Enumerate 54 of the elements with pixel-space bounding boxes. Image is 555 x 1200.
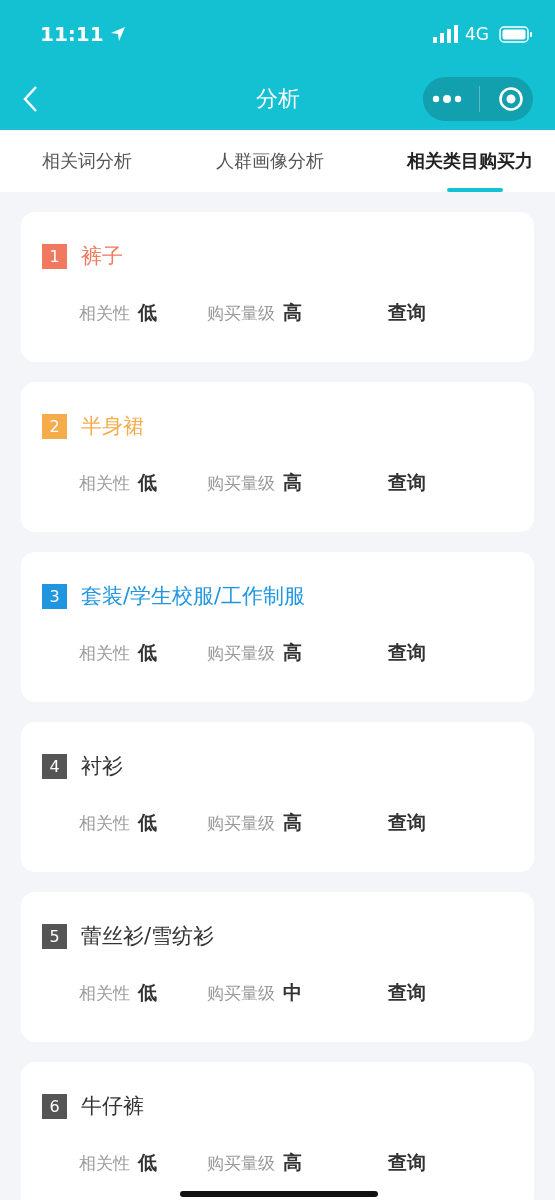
back-icon[interactable] — [22, 85, 38, 113]
relevance-value: 低 — [138, 470, 157, 495]
volume-label: 购买量级 — [207, 642, 275, 665]
volume-value: 高 — [283, 1150, 302, 1175]
relevance-label: 相关性 — [79, 1152, 130, 1175]
location-arrow-icon — [109, 26, 126, 42]
relevance-label: 相关性 — [79, 812, 130, 835]
network-label: 4G — [465, 24, 489, 44]
relevance-label: 相关性 — [79, 642, 130, 665]
query-link[interactable]: 查询 — [388, 470, 426, 496]
volume-label: 购买量级 — [207, 1152, 275, 1175]
category-name: 半身裙 — [81, 413, 144, 440]
volume-label: 购买量级 — [207, 472, 275, 495]
volume-value: 高 — [283, 300, 302, 325]
relevance-value: 低 — [138, 810, 157, 835]
tab[interactable]: 相关词分析 — [42, 130, 132, 192]
rank-badge: 1 — [42, 243, 67, 269]
relevance-value: 低 — [138, 980, 157, 1005]
relevance-label: 相关性 — [79, 472, 130, 495]
page-title: 分析 — [254, 85, 301, 113]
rank-badge: 4 — [42, 753, 67, 779]
category-name: 套装/学生校服/工作制服 — [81, 583, 306, 610]
rank-badge: 3 — [42, 583, 67, 609]
more-icon[interactable] — [431, 94, 462, 104]
category-name: 牛仔裤 — [81, 1093, 144, 1120]
volume-label: 购买量级 — [207, 812, 275, 835]
volume-value: 高 — [283, 470, 302, 495]
status-time: 11:11 — [40, 22, 104, 46]
query-link[interactable]: 查询 — [388, 1150, 426, 1176]
relevance-label: 相关性 — [79, 302, 130, 325]
relevance-value: 低 — [138, 1150, 157, 1175]
tab[interactable]: 人群画像分析 — [215, 130, 324, 192]
query-link[interactable]: 查询 — [388, 300, 426, 326]
category-name: 蕾丝衫/雪纺衫 — [81, 923, 215, 950]
category-name: 衬衫 — [81, 753, 123, 780]
rank-badge: 5 — [42, 923, 67, 949]
volume-value: 高 — [283, 810, 302, 835]
relevance-value: 低 — [138, 300, 157, 325]
rank-badge: 6 — [42, 1093, 67, 1119]
volume-value: 中 — [283, 980, 302, 1005]
battery-icon — [499, 25, 533, 43]
rank-badge: 2 — [42, 413, 67, 439]
query-link[interactable]: 查询 — [388, 980, 426, 1006]
category-name: 裤子 — [81, 243, 123, 270]
volume-value: 高 — [283, 640, 302, 665]
tab[interactable]: 相关类目购买力 — [407, 130, 533, 192]
close-icon[interactable] — [498, 86, 525, 112]
relevance-label: 相关性 — [79, 982, 130, 1005]
volume-label: 购买量级 — [207, 982, 275, 1005]
volume-label: 购买量级 — [207, 302, 275, 325]
query-link[interactable]: 查询 — [388, 810, 426, 836]
query-link[interactable]: 查询 — [388, 640, 426, 666]
relevance-value: 低 — [138, 640, 157, 665]
signal-icon — [433, 25, 459, 43]
